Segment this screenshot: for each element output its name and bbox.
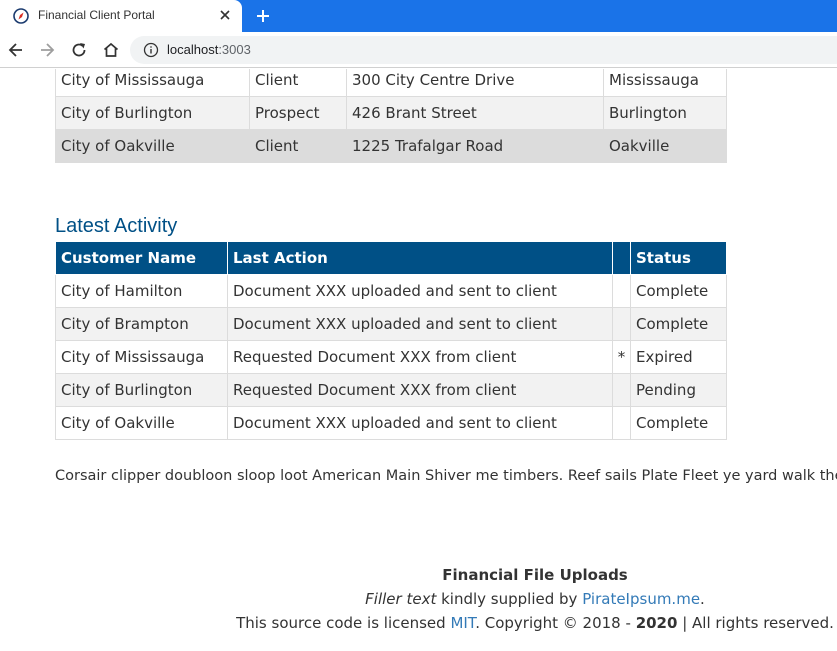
footer-rights-text: | All rights reserved. xyxy=(677,614,834,632)
mit-license-link[interactable]: MIT xyxy=(450,614,475,632)
status: Pending xyxy=(630,373,727,407)
table-row: City of Mississauga Requested Document X… xyxy=(55,340,727,374)
column-header-status: Status xyxy=(630,241,727,275)
footer-license-line: This source code is licensed MIT. Copyri… xyxy=(0,611,837,635)
client-address: 300 City Centre Drive xyxy=(346,69,604,97)
footer-credit-text: kindly supplied by xyxy=(436,590,583,608)
url-text[interactable]: localhost:3003 xyxy=(167,42,251,57)
client-name: City of Mississauga xyxy=(55,69,250,97)
last-action: Requested Document XXX from client xyxy=(227,373,613,407)
table-row: City of Oakville Client 1225 Trafalgar R… xyxy=(55,129,727,163)
footer-title: Financial File Uploads xyxy=(442,566,628,584)
address-bar[interactable]: localhost:3003 xyxy=(130,36,837,64)
forward-arrow-icon[interactable] xyxy=(38,41,56,59)
table-row: City of Burlington Requested Document XX… xyxy=(55,373,727,407)
column-header-last-action: Last Action xyxy=(227,241,613,275)
tab-title: Financial Client Portal xyxy=(38,8,155,22)
browser-tab-strip: Financial Client Portal xyxy=(0,0,837,32)
close-icon[interactable] xyxy=(218,8,232,22)
footer-copyright-text: . Copyright © 2018 - xyxy=(475,614,636,632)
row-marker xyxy=(612,307,631,341)
client-type: Client xyxy=(249,129,347,163)
status: Complete xyxy=(630,274,727,308)
client-type: Client xyxy=(249,69,347,97)
table-header-row: Customer Name Last Action Status xyxy=(55,241,727,275)
client-city: Mississauga xyxy=(603,69,727,97)
table-row: City of Hamilton Document XXX uploaded a… xyxy=(55,274,727,308)
last-action: Document XXX uploaded and sent to client xyxy=(227,274,613,308)
client-address: 1225 Trafalgar Road xyxy=(346,129,604,163)
page-footer: Financial File Uploads Filler text kindl… xyxy=(0,563,837,635)
url-port: :3003 xyxy=(218,42,251,57)
table-row: City of Oakville Document XXX uploaded a… xyxy=(55,406,727,440)
footer-year: 2020 xyxy=(635,614,678,632)
client-city: Burlington xyxy=(603,96,727,130)
latest-activity-heading: Latest Activity xyxy=(55,215,178,237)
table-row: City of Mississauga Client 300 City Cent… xyxy=(55,69,727,97)
column-header-marker xyxy=(612,241,631,275)
status: Complete xyxy=(630,307,727,341)
row-marker: * xyxy=(612,340,631,374)
status: Expired xyxy=(630,340,727,374)
row-marker xyxy=(612,373,631,407)
row-marker xyxy=(612,274,631,308)
new-tab-plus-icon[interactable] xyxy=(255,8,271,24)
filler-paragraph: Corsair clipper doubloon sloop loot Amer… xyxy=(55,468,837,484)
back-arrow-icon[interactable] xyxy=(7,41,25,59)
customer-name: City of Hamilton xyxy=(55,274,228,308)
reload-icon[interactable] xyxy=(70,41,88,59)
last-action: Document XXX uploaded and sent to client xyxy=(227,406,613,440)
client-name: City of Burlington xyxy=(55,96,250,130)
compass-icon xyxy=(13,8,29,24)
status: Complete xyxy=(630,406,727,440)
client-name: City of Oakville xyxy=(55,129,250,163)
row-marker xyxy=(612,406,631,440)
footer-license-text: This source code is licensed xyxy=(236,614,451,632)
customer-name: City of Brampton xyxy=(55,307,228,341)
client-type: Prospect xyxy=(249,96,347,130)
column-header-customer-name: Customer Name xyxy=(55,241,228,275)
browser-tab[interactable]: Financial Client Portal xyxy=(0,0,242,32)
customer-name: City of Oakville xyxy=(55,406,228,440)
last-action: Requested Document XXX from client xyxy=(227,340,613,374)
page-content: City of Mississauga Client 300 City Cent… xyxy=(0,69,837,651)
client-address: 426 Brant Street xyxy=(346,96,604,130)
browser-toolbar: localhost:3003 xyxy=(0,32,837,68)
client-city: Oakville xyxy=(603,129,727,163)
footer-credit-period: . xyxy=(700,590,705,608)
info-icon[interactable] xyxy=(143,42,159,58)
footer-credit-line: Filler text kindly supplied by PirateIps… xyxy=(0,587,837,611)
url-host: localhost xyxy=(167,42,219,57)
activity-table: Customer Name Last Action Status City of… xyxy=(55,241,727,440)
table-row: City of Burlington Prospect 426 Brant St… xyxy=(55,96,727,130)
home-icon[interactable] xyxy=(102,41,120,59)
last-action: Document XXX uploaded and sent to client xyxy=(227,307,613,341)
footer-credit-em: Filler text xyxy=(365,590,437,608)
table-row: City of Brampton Document XXX uploaded a… xyxy=(55,307,727,341)
customer-name: City of Burlington xyxy=(55,373,228,407)
clients-table: City of Mississauga Client 300 City Cent… xyxy=(55,69,727,163)
pirateipsum-link[interactable]: PirateIpsum.me xyxy=(582,590,700,608)
customer-name: City of Mississauga xyxy=(55,340,228,374)
